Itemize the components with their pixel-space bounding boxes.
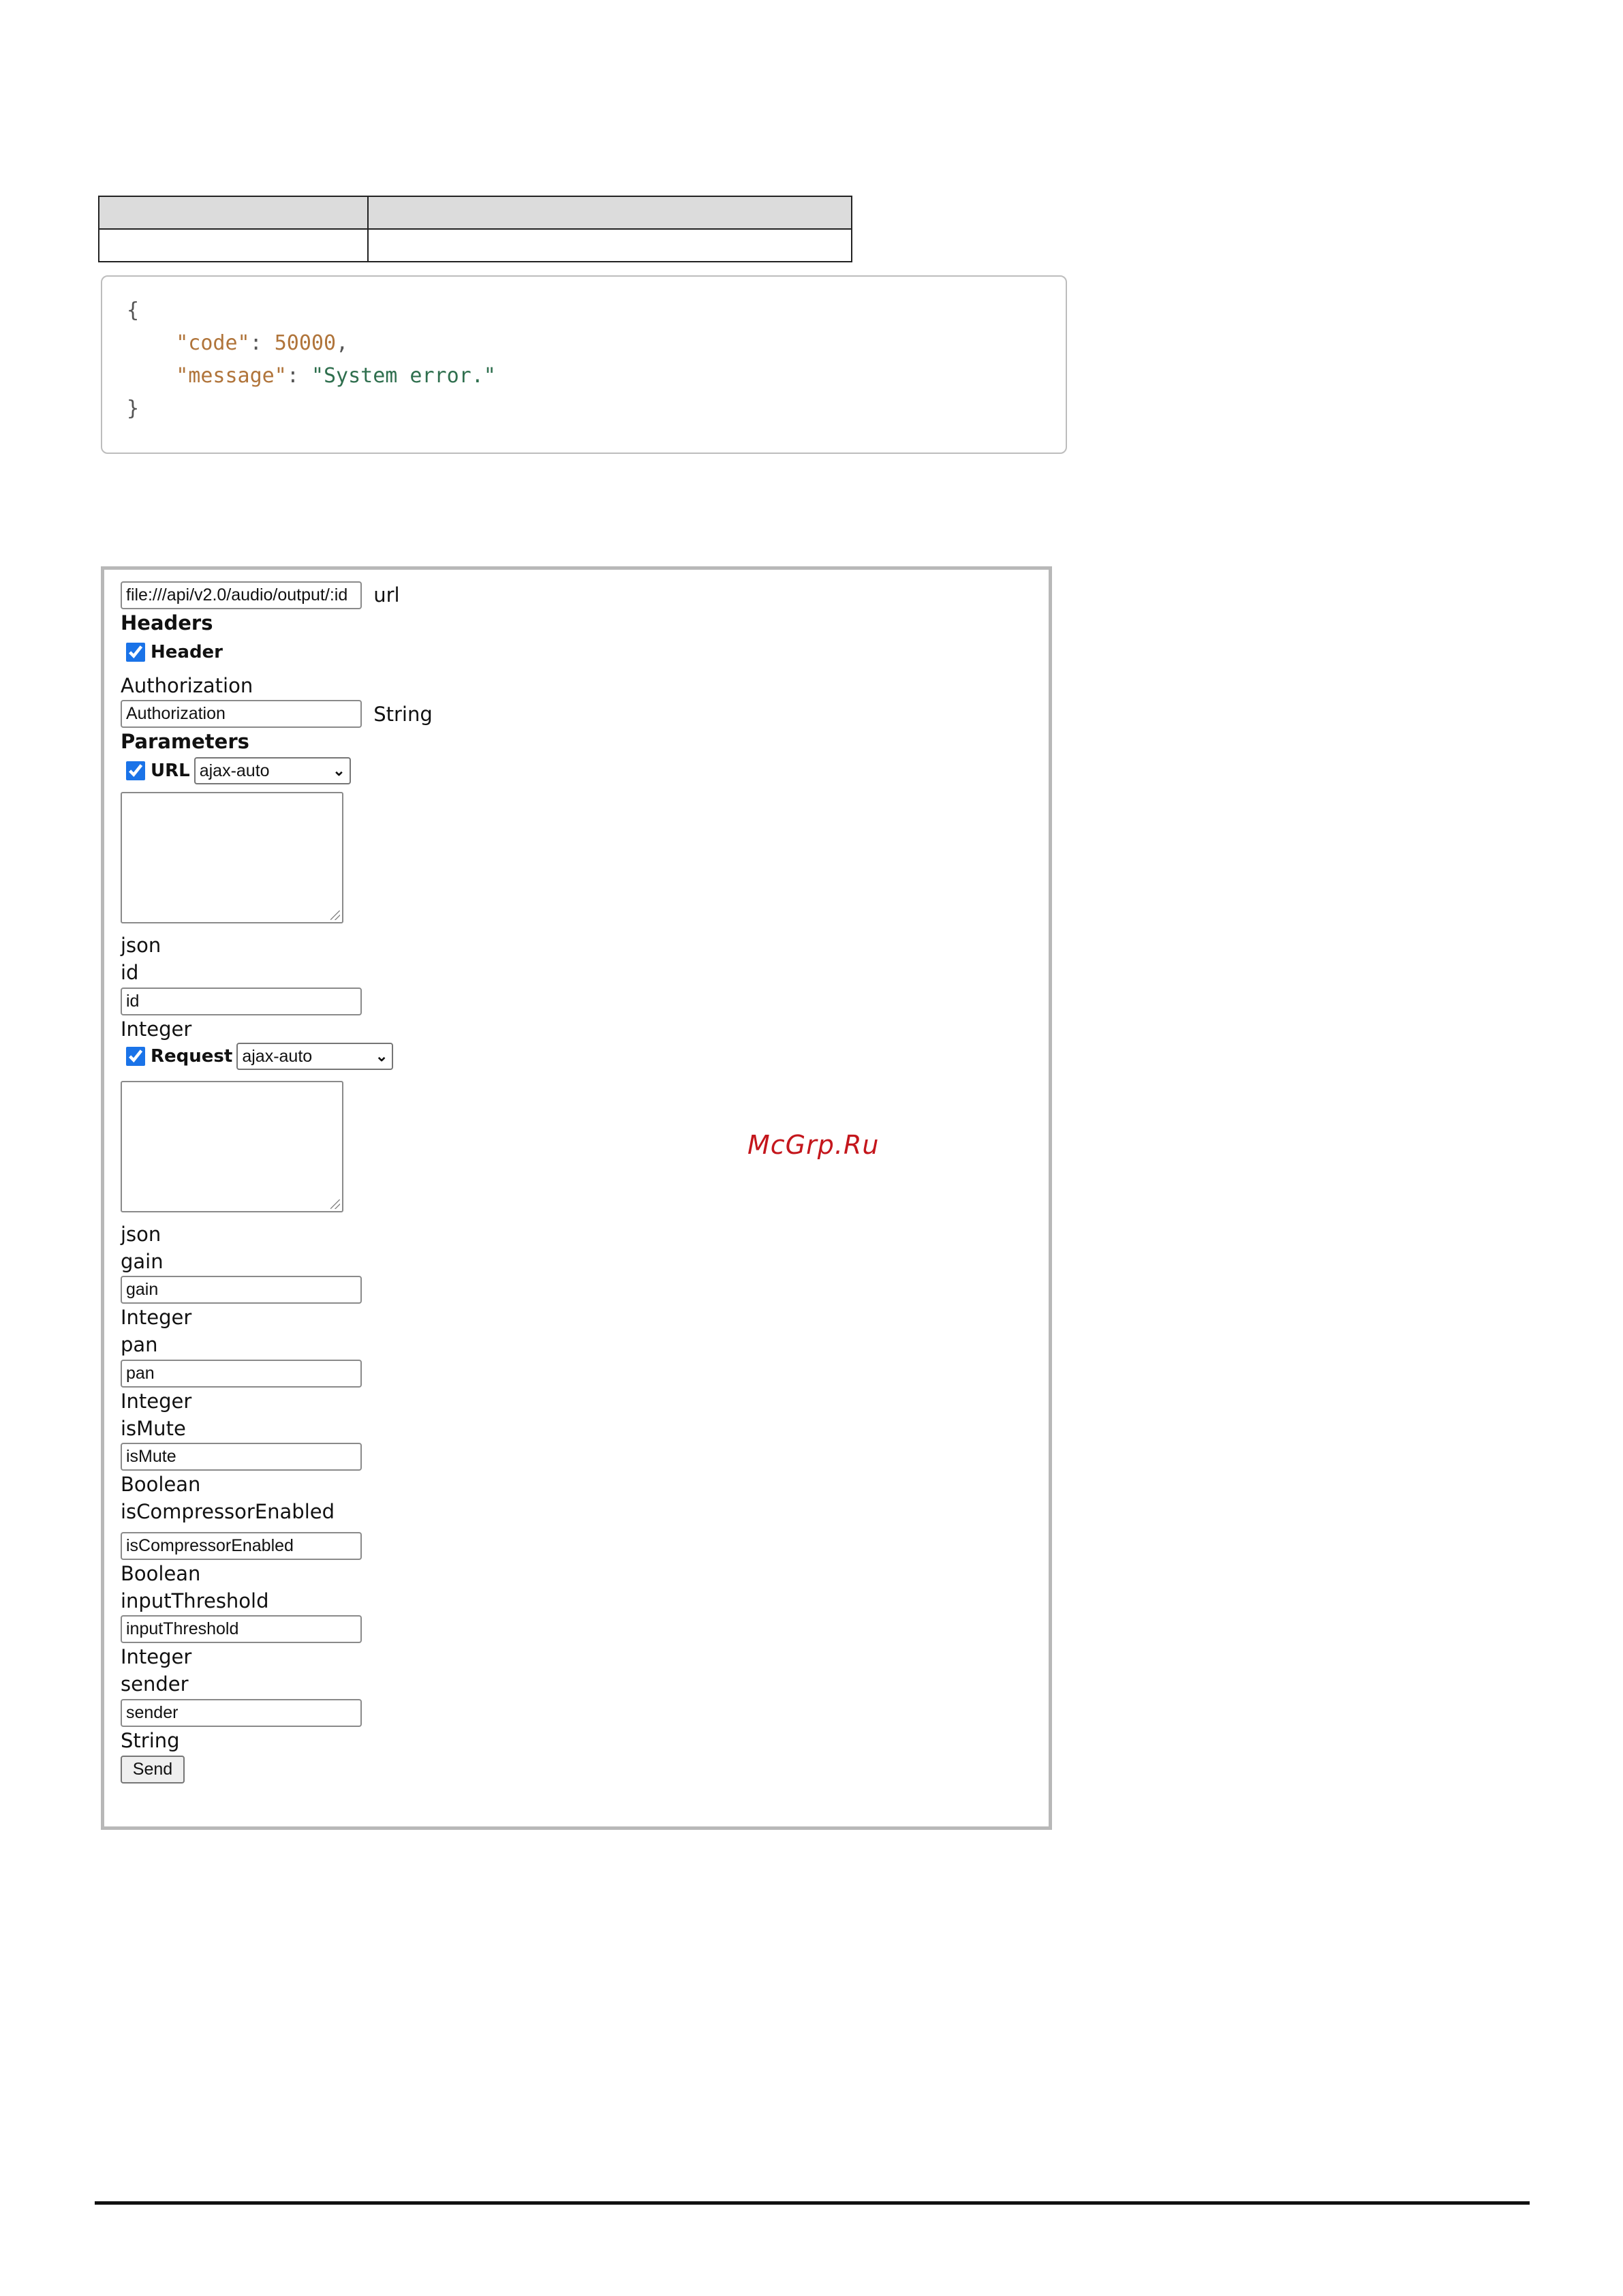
header-checkbox-row: Header [121,637,1035,668]
api-test-form: url Headers Header Authorization String … [121,580,1035,1784]
chevron-down-icon: ⌄ [375,1047,388,1065]
url-param-checkbox-label: URL [151,761,190,781]
request-checkbox[interactable] [126,1046,145,1066]
gain-label: gain [121,1249,164,1273]
watermark: McGrp.Ru [747,1130,880,1160]
url-param-checkbox[interactable] [126,761,145,780]
resize-handle-icon[interactable] [330,910,340,920]
table-header-cell [98,196,369,230]
authorization-type: String [373,702,433,726]
url-param-mode-select[interactable]: ajax-auto ⌄ [194,757,351,784]
sender-type: String [121,1728,180,1752]
iscompressor-type: Boolean [121,1561,201,1585]
request-json-label: json [121,1222,161,1246]
request-json-textarea[interactable] [121,1080,343,1212]
sender-input[interactable] [121,1698,362,1727]
headers-title: Headers [121,611,213,634]
table-cell [367,228,852,262]
url-label: url [373,583,400,607]
send-button[interactable]: Send [121,1755,185,1784]
ismute-input[interactable] [121,1443,362,1471]
api-test-form-frame: url Headers Header Authorization String … [101,566,1052,1830]
json-key-code: "code" [176,331,250,355]
id-input[interactable] [121,987,362,1015]
gain-type: Integer [121,1306,192,1329]
code-close-brace: } [127,397,140,420]
code-line-message: "message": "System error." [176,364,496,388]
table-cell [98,228,369,262]
iscompressor-input[interactable] [121,1531,362,1560]
table-header-row [98,196,852,230]
url-param-checkbox-row: URL ajax-auto ⌄ [121,755,1035,786]
url-row: url [121,580,1035,609]
inputthreshold-label: inputThreshold [121,1589,269,1612]
url-input[interactable] [121,581,362,609]
id-label: id [121,961,139,984]
json-value-code: 50000 [274,331,337,355]
ismute-type: Boolean [121,1473,201,1496]
authorization-row: String [121,699,1035,728]
pan-input[interactable] [121,1359,362,1388]
url-param-json-textarea[interactable] [121,792,343,923]
header-checkbox-label: Header [151,641,223,662]
url-param-json-label: json [121,934,161,957]
inputthreshold-type: Integer [121,1645,192,1668]
authorization-input[interactable] [121,700,362,728]
resize-handle-icon[interactable] [330,1199,340,1209]
json-value-message: "System error." [311,364,496,388]
iscompressor-label: isCompressorEnabled [121,1500,335,1523]
request-checkbox-label: Request [151,1045,233,1067]
code-open-brace: { [127,299,140,322]
pan-type: Integer [121,1389,192,1413]
request-checkbox-row: Request ajax-auto ⌄ [121,1042,1035,1070]
gain-input[interactable] [121,1276,362,1304]
json-key-message: "message" [176,364,287,388]
request-mode-select[interactable]: ajax-auto ⌄ [236,1042,394,1070]
pan-label: pan [121,1333,158,1356]
response-table [98,196,852,262]
ismute-label: isMute [121,1416,186,1440]
sender-label: sender [121,1672,189,1696]
header-checkbox[interactable] [126,642,145,662]
json-response-code-block: { "code": 50000, "message": "System erro… [101,275,1067,454]
parameters-title: Parameters [121,730,249,753]
table-header-cell [367,196,852,230]
request-mode-value: ajax-auto [242,1046,313,1066]
table-row [98,228,852,262]
inputthreshold-input[interactable] [121,1615,362,1643]
chevron-down-icon: ⌄ [333,762,345,779]
footer-divider [95,2201,1530,2205]
id-row [121,986,1035,1015]
id-type: Integer [121,1017,192,1041]
url-param-mode-value: ajax-auto [199,761,270,780]
code-line-code: "code": 50000, [176,331,349,355]
authorization-label: Authorization [121,673,253,697]
